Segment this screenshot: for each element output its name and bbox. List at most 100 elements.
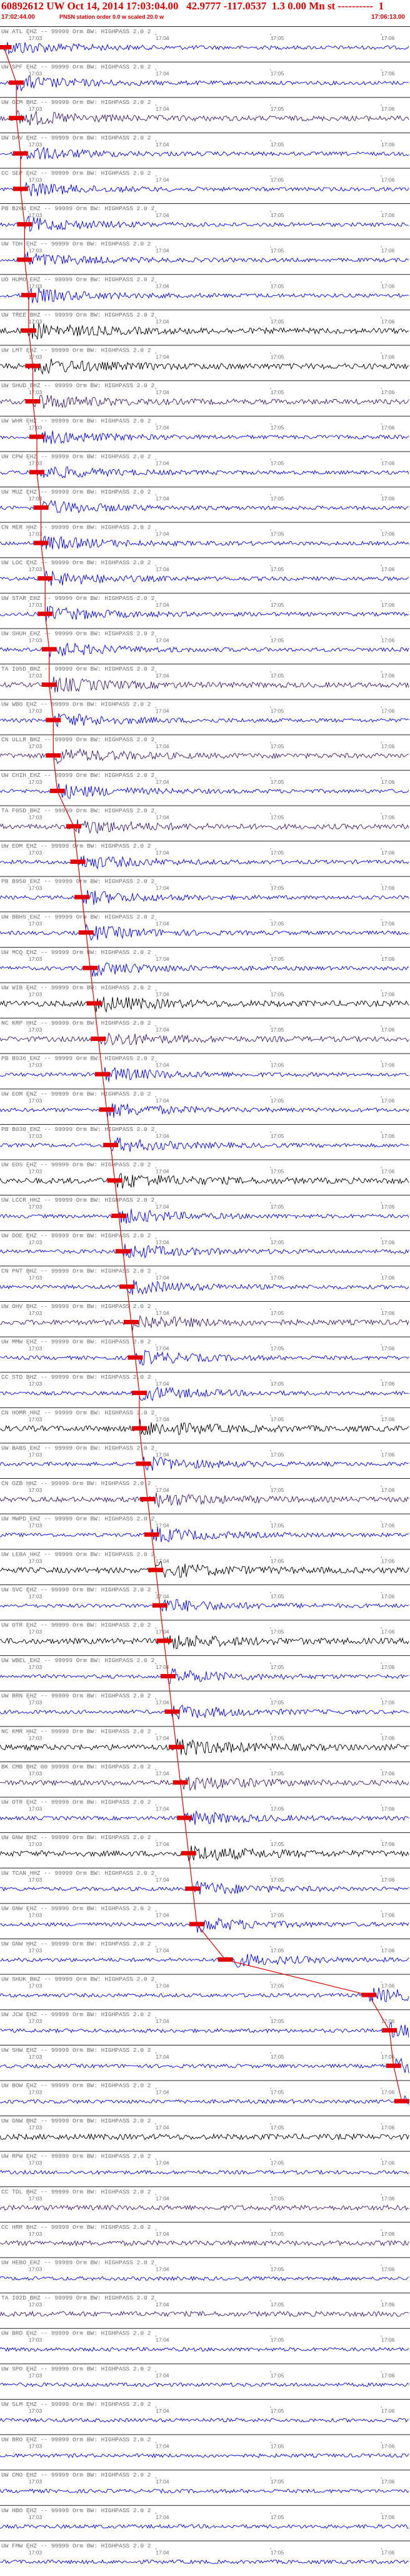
time-tick-label: 17:05 <box>271 1310 284 1316</box>
station-label: CN PNT BHZ -- 99999 Orm BW: HIGHPASS 2.0… <box>1 1267 151 1274</box>
time-tick-label: 17:04 <box>156 2478 169 2485</box>
time-tick-label: 17:04 <box>156 1983 169 1989</box>
time-tick-label: 17:06 <box>381 460 395 466</box>
trace-row: UW MMW EHZ -- 99999 Orm BW: HIGHPASS 2.0… <box>0 1336 410 1366</box>
station-label: UO HUMO EHZ -- 99999 Orm BW: HIGHPASS 2.… <box>1 276 154 283</box>
trace-row: UW BRD EHZ -- 99999 Orm BW: HIGHPASS 2.0… <box>0 2328 410 2352</box>
time-tick-label: 17:03 <box>29 1097 42 1103</box>
time-tick-label: 17:03 <box>29 2408 42 2414</box>
time-tick-label: 17:03 <box>29 814 42 820</box>
waveform <box>0 1527 409 1543</box>
start-time: 17:02:44.00 <box>1 14 35 21</box>
station-label: UW HBO EHZ -- 99999 Orm BW: HIGHPASS 2.0… <box>1 2507 151 2514</box>
waveform <box>0 1953 409 1968</box>
time-tick-label: 17:05 <box>271 212 284 218</box>
time-tick-label: 17:05 <box>271 2124 284 2131</box>
time-tick-label: 17:05 <box>271 1629 284 1635</box>
station-label: TA I02D BHZ -- 99999 Orm BW: HIGHPASS 2.… <box>1 2295 154 2301</box>
time-tick-label: 17:06 <box>381 35 395 41</box>
time-tick-label: 17:03 <box>29 1770 42 1777</box>
station-label: CN OZB HHZ -- 99999 Orm BW: HIGHPASS 2.0… <box>1 1480 151 1487</box>
time-tick-label: 17:03 <box>29 2443 42 2450</box>
station-label: UW BRN EHZ -- 99999 Orm BW: HIGHPASS 2.0… <box>1 1693 151 1700</box>
time-tick-label: 17:03 <box>29 35 42 41</box>
traces-svg: UW ATL EHZ -- 99999 Orm BW: HIGHPASS 2.0… <box>0 26 410 2565</box>
time-tick-label: 17:04 <box>156 2549 169 2555</box>
waveform <box>0 109 409 126</box>
station-label: UW ATL EHZ -- 99999 Orm BW: HIGHPASS 2.0… <box>1 28 151 35</box>
time-tick-label: 17:03 <box>29 1027 42 1033</box>
trace-row: UW OZM BHZ -- 99999 Orm BW: HIGHPASS 2.0… <box>0 97 410 126</box>
time-tick-label: 17:03 <box>29 1735 42 1741</box>
time-tick-label: 17:05 <box>271 2089 284 2095</box>
time-tick-label: 17:04 <box>156 2301 169 2308</box>
time-tick-label: 17:04 <box>156 460 169 466</box>
station-label: UW SVC EHZ -- 99999 Orm BW: HIGHPASS 2.0… <box>1 1586 151 1593</box>
time-tick-label: 17:06 <box>381 1416 395 1422</box>
end-time: 17:06:13.00 <box>371 14 405 21</box>
time-tick-label: 17:06 <box>381 566 395 572</box>
time-tick-label: 17:04 <box>156 708 169 714</box>
time-tick-label: 17:06 <box>381 1770 395 1777</box>
time-tick-label: 17:05 <box>271 531 284 537</box>
time-tick-label: 17:04 <box>156 920 169 926</box>
time-tick-label: 17:05 <box>271 1593 284 1600</box>
waveform <box>0 2133 409 2141</box>
waveform <box>0 499 409 514</box>
time-tick-label: 17:04 <box>156 2514 169 2520</box>
time-tick-label: 17:06 <box>381 1983 395 1989</box>
time-tick-label: 17:04 <box>156 1770 169 1777</box>
station-label: UW OZM BHZ -- 99999 Orm BW: HIGHPASS 2.0… <box>1 99 151 106</box>
time-tick-label: 17:04 <box>156 637 169 643</box>
time-tick-label: 17:04 <box>156 2124 169 2131</box>
station-label: UW SHW EHZ -- 99999 Orm BW: HIGHPASS 2.0… <box>1 2047 151 2054</box>
trace-row: UW GNW BHZ -- 99999 Orm BW: HIGHPASS 2.0… <box>0 2116 410 2141</box>
waveform <box>0 1386 409 1402</box>
time-tick-label: 17:06 <box>381 1062 395 1068</box>
time-tick-label: 17:04 <box>156 1558 169 1564</box>
waveform <box>0 1845 409 1862</box>
time-tick-label: 17:05 <box>271 1841 284 1847</box>
time-tick-label: 17:05 <box>271 176 284 183</box>
station-label: UW EOS EHZ -- 99999 Orm BW: HIGHPASS 2.0… <box>1 1162 151 1169</box>
time-tick-label: 17:06 <box>381 1451 395 1458</box>
time-tick-label: 17:04 <box>156 531 169 537</box>
station-label: PB B950 EHZ -- 99999 Orm BW: HIGHPASS 2.… <box>1 878 154 885</box>
trace-row: UW SPF EHZ -- 99999 Orm BW: HIGHPASS 2.0… <box>0 61 410 92</box>
time-tick-label: 17:03 <box>29 1947 42 1954</box>
time-tick-label: 17:06 <box>381 283 395 289</box>
trace-row: UW WBO EHZ -- 99999 Orm BW: HIGHPASS 2.0… <box>0 699 410 728</box>
waveform <box>0 2169 409 2175</box>
waveform <box>0 2417 409 2423</box>
time-tick-label: 17:03 <box>29 1593 42 1600</box>
time-tick-label: 17:06 <box>381 354 395 360</box>
station-label: UW LEBA HHZ -- 99999 Orm BW: HIGHPASS 2.… <box>1 1551 154 1558</box>
time-tick-label: 17:06 <box>381 2018 395 2024</box>
time-tick-label: 17:04 <box>156 1310 169 1316</box>
time-tick-label: 17:03 <box>29 2160 42 2166</box>
time-tick-label: 17:03 <box>29 2089 42 2095</box>
waveform <box>0 42 409 55</box>
time-tick-label: 17:03 <box>29 1664 42 1670</box>
time-tick-label: 17:05 <box>271 2266 284 2273</box>
time-tick-label: 17:06 <box>381 1027 395 1033</box>
time-tick-label: 17:05 <box>271 1133 284 1139</box>
time-tick-label: 17:04 <box>156 283 169 289</box>
time-tick-label: 17:06 <box>381 425 395 431</box>
waveform <box>0 1599 409 1612</box>
time-tick-label: 17:06 <box>381 71 395 77</box>
time-tick-label: 17:06 <box>381 106 395 112</box>
trace-row: UW LEBA HHZ -- 99999 Orm BW: HIGHPASS 2.… <box>0 1549 410 1578</box>
trace-row: NC KRP HHZ -- 99999 Orm BW: HIGHPASS 2.0… <box>0 1018 410 1046</box>
waveform <box>0 1349 409 1366</box>
time-tick-label: 17:05 <box>271 956 284 962</box>
trace-row: UW EOM EHZ -- 99999 Orm BW: HIGHPASS 2.0… <box>0 841 410 870</box>
trace-row: CN HOMR HHZ -- 99999 Orm BW: HIGHPASS 2.… <box>0 1407 410 1436</box>
time-tick-label: 17:06 <box>381 141 395 148</box>
waveform <box>0 642 409 657</box>
time-tick-label: 17:06 <box>381 708 395 714</box>
station-label: UW SHUK BHZ -- 99999 Orm BW: HIGHPASS 2.… <box>1 1976 154 1983</box>
time-tick-label: 17:05 <box>271 1877 284 1883</box>
time-tick-label: 17:06 <box>381 672 395 679</box>
time-tick-label: 17:06 <box>381 1735 395 1741</box>
